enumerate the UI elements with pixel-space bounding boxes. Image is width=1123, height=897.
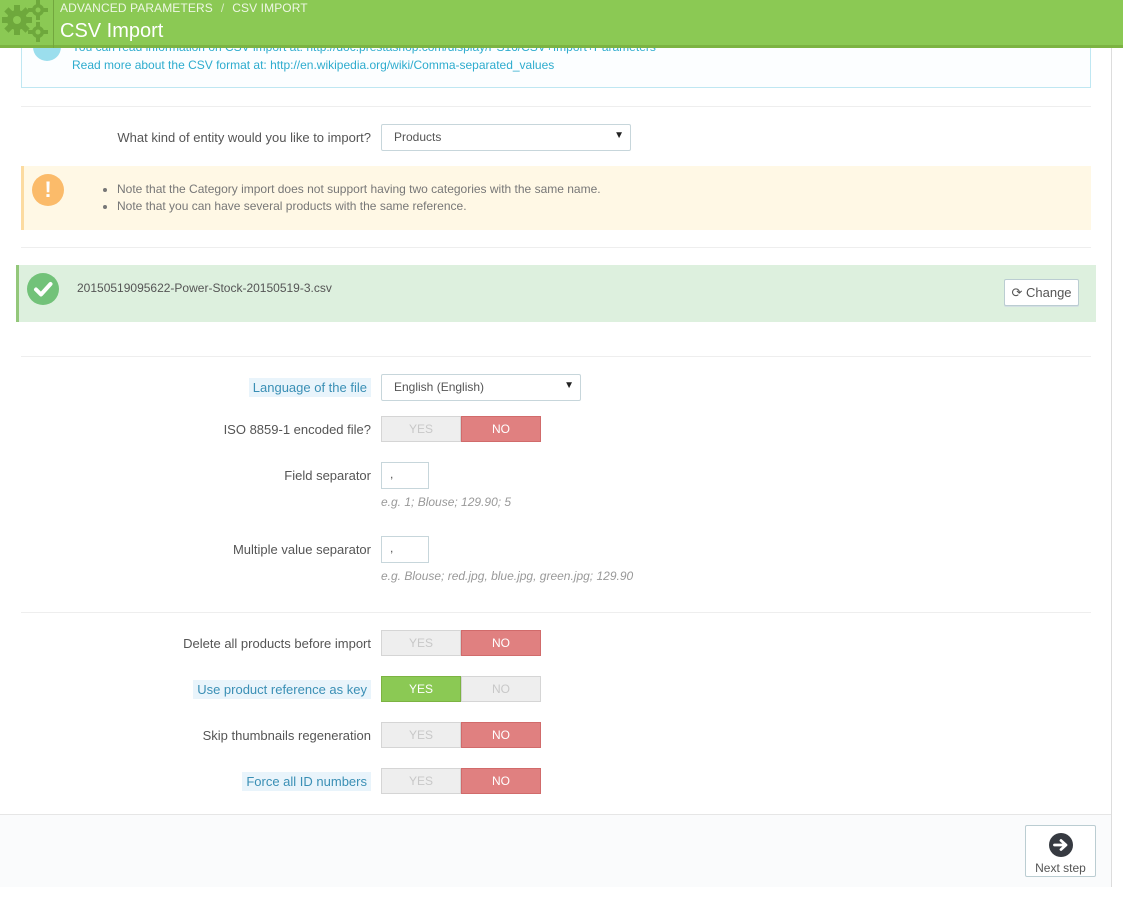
- delete-all-toggle: YES NO: [381, 630, 541, 656]
- page-scroll-area: [1112, 0, 1123, 897]
- multiple-separator-help: e.g. Blouse; red.jpg, blue.jpg, green.jp…: [381, 569, 634, 583]
- breadcrumb-csv-import[interactable]: CSV IMPORT: [232, 1, 307, 15]
- iso-no-option[interactable]: NO: [461, 416, 541, 442]
- breadcrumb-advanced-parameters[interactable]: ADVANCED PARAMETERS: [60, 1, 213, 15]
- iso-yes-option[interactable]: YES: [381, 416, 461, 442]
- entity-select-value: Products: [394, 130, 442, 144]
- entity-label: What kind of entity would you like to im…: [117, 130, 371, 145]
- force-ids-yes-option[interactable]: YES: [381, 768, 461, 794]
- info-line-wikipedia[interactable]: Read more about the CSV format at: http:…: [72, 58, 554, 72]
- uploaded-file-name: 20150519095622-Power-Stock-20150519-3.cs…: [77, 281, 332, 295]
- breadcrumb-separator: /: [220, 1, 225, 15]
- language-select[interactable]: English (English) ▼: [381, 374, 581, 401]
- language-select-value: English (English): [394, 380, 485, 394]
- field-separator-label: Field separator: [284, 468, 371, 483]
- delete-all-yes-option[interactable]: YES: [381, 630, 461, 656]
- skip-thumbnails-label: Skip thumbnails regeneration: [202, 728, 371, 743]
- language-label: Language of the file: [248, 378, 371, 397]
- arrow-circle-right-icon: [1048, 833, 1073, 857]
- change-file-button[interactable]: ⟳ Change: [1004, 279, 1079, 306]
- field-separator-help: e.g. 1; Blouse; 129.90; 5: [381, 495, 512, 509]
- divider: [21, 356, 1091, 357]
- next-step-label: Next step: [1035, 861, 1086, 875]
- use-reference-toggle: YES NO: [381, 676, 541, 702]
- multiple-separator-input[interactable]: ,: [381, 536, 429, 563]
- skip-thumbnails-yes-option[interactable]: YES: [381, 722, 461, 748]
- caret-down-icon: ▼: [614, 130, 624, 141]
- use-reference-no-option[interactable]: NO: [461, 676, 541, 702]
- uploaded-file-alert: 20150519095622-Power-Stock-20150519-3.cs…: [16, 265, 1096, 322]
- refresh-icon: ⟳: [1011, 285, 1023, 300]
- field-separator-input[interactable]: ,: [381, 462, 429, 489]
- check-circle-icon: [27, 273, 59, 305]
- divider: [21, 106, 1091, 107]
- gears-icon: [0, 0, 54, 48]
- iso-label: ISO 8859-1 encoded file?: [223, 422, 371, 437]
- warning-alert: ! Note that the Category import does not…: [21, 166, 1091, 230]
- page-title: CSV Import: [60, 20, 164, 42]
- breadcrumb: ADVANCED PARAMETERS / CSV IMPORT: [60, 1, 308, 15]
- use-reference-yes-option[interactable]: YES: [381, 676, 461, 702]
- change-file-label: Change: [1025, 285, 1072, 300]
- entity-select[interactable]: Products ▼: [381, 124, 631, 151]
- warning-item: Note that you can have several products …: [117, 199, 601, 213]
- divider: [21, 247, 1091, 248]
- next-step-button[interactable]: Next step: [1025, 825, 1096, 877]
- exclamation-icon: !: [32, 174, 64, 206]
- page-header: ADVANCED PARAMETERS / CSV IMPORT CSV Impor…: [0, 0, 1123, 48]
- force-ids-label: Force all ID numbers: [242, 772, 371, 791]
- caret-down-icon: ▼: [564, 380, 574, 391]
- force-ids-no-option[interactable]: NO: [461, 768, 541, 794]
- use-reference-label: Use product reference as key: [193, 680, 371, 699]
- iso-toggle: YES NO: [381, 416, 541, 442]
- force-ids-toggle: YES NO: [381, 768, 541, 794]
- skip-thumbnails-no-option[interactable]: NO: [461, 722, 541, 748]
- panel-footer: [0, 815, 1111, 887]
- multiple-separator-label: Multiple value separator: [232, 542, 371, 557]
- delete-all-label: Delete all products before import: [183, 636, 371, 651]
- skip-thumbnails-toggle: YES NO: [381, 722, 541, 748]
- delete-all-no-option[interactable]: NO: [461, 630, 541, 656]
- warning-item: Note that the Category import does not s…: [117, 182, 601, 196]
- divider: [21, 612, 1091, 613]
